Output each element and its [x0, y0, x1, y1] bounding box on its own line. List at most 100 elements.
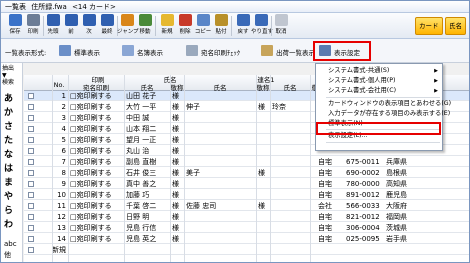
- toolbar-move-button[interactable]: 移動: [135, 14, 155, 38]
- toolbar-print-button[interactable]: 印刷: [23, 14, 43, 38]
- new-record-row[interactable]: 新規: [24, 245, 469, 255]
- toolbar-last-button[interactable]: 最終: [97, 14, 117, 38]
- kana-index-3[interactable]: さ: [4, 122, 13, 132]
- column-divider: [256, 75, 257, 262]
- cell-addr: 自宅: [318, 180, 332, 188]
- toolbar-save-button[interactable]: 保存: [5, 14, 25, 38]
- table-row[interactable]: 8 □宛印刷する 石井 俊三様美子様自宅 690-0002 島根県: [24, 168, 469, 178]
- toolbar-prev-button[interactable]: 前: [61, 14, 81, 38]
- shipping-list-button[interactable]: 出荷一覧表示: [276, 47, 315, 57]
- row-select-checkbox[interactable]: [28, 170, 34, 176]
- menu-item-5[interactable]: 入力データが存在する項目のみ表示する(E): [328, 110, 450, 118]
- kana-index-6[interactable]: は: [4, 164, 13, 174]
- cell-name3: [272, 124, 308, 134]
- toolbar-copy-button[interactable]: コピー: [193, 14, 213, 38]
- search-label[interactable]: 検索: [2, 79, 14, 86]
- toolbar-separator: [231, 16, 232, 36]
- row-select-checkbox[interactable]: [28, 181, 34, 187]
- toolbar-paste-button[interactable]: 貼付: [211, 14, 231, 38]
- table-row[interactable]: 14 □宛印刷する 児島 英之 様 自宅 025-0095 岩手県: [24, 234, 469, 244]
- cell-no: 1: [61, 92, 66, 100]
- card-view-button[interactable]: カード: [415, 17, 443, 35]
- cell-hon2: [258, 91, 270, 101]
- display-format-dropdown-menu: システム書式-共通(S) ▶ システム書式-個人用(P) ▶ システム書式-会社用(C)…: [315, 63, 451, 151]
- table-row[interactable]: 7 □宛印刷する 副島 直樹 様 自宅 675-0011 兵庫県: [24, 157, 469, 167]
- toolbar-next-button[interactable]: 次: [79, 14, 99, 38]
- toolbar-button-label: コピー: [194, 29, 212, 35]
- alpha-index[interactable]: abc: [4, 240, 17, 248]
- toolbar-jump-button[interactable]: ジャンプ: [117, 14, 139, 38]
- row-select-checkbox[interactable]: [28, 104, 34, 110]
- row-select-checkbox[interactable]: [28, 236, 34, 242]
- toolbar-new-button[interactable]: 新規: [157, 14, 177, 38]
- table-row[interactable]: 10 □宛印刷する 加藤 巧 様 自宅 891-0012 鹿児島: [24, 190, 469, 200]
- cell-pref: 兵庫県: [386, 158, 407, 166]
- kana-index-1[interactable]: あ: [4, 94, 13, 104]
- row-select-checkbox[interactable]: [28, 126, 34, 132]
- table-row[interactable]: 12 □宛印刷する 日野 明 様 自宅 821-0012 福岡県: [24, 212, 469, 222]
- name-list-icon[interactable]: [122, 45, 134, 56]
- cell-no: 11: [57, 202, 66, 210]
- address-check-icon[interactable]: [186, 45, 198, 56]
- row-select-checkbox[interactable]: [28, 203, 34, 209]
- cell-hon: 様: [172, 180, 179, 188]
- menu-item-3[interactable]: システム書式-会社用(C): [328, 87, 396, 95]
- kana-index-9[interactable]: ら: [4, 206, 13, 216]
- kana-index-7[interactable]: ま: [4, 178, 13, 188]
- cell-zip: 821-0012: [346, 213, 380, 221]
- table-row[interactable]: 11 □宛印刷する 千葉 啓二様佐藤 忠司様会社 566-0033 大阪府: [24, 201, 469, 211]
- row-select-checkbox[interactable]: [28, 137, 34, 143]
- extract-arrow-icon[interactable]: ▼: [2, 72, 14, 79]
- toolbar-cancel-button[interactable]: 取消: [271, 14, 291, 38]
- cell-name3: [272, 157, 308, 167]
- cell-zip: 566-0033: [346, 202, 380, 210]
- column-divider: [170, 75, 171, 262]
- standard-display-icon[interactable]: [59, 45, 71, 56]
- cell-print: □宛印刷する: [70, 158, 112, 166]
- cell-addr: 自宅: [318, 158, 332, 166]
- kana-index-10[interactable]: わ: [4, 220, 13, 230]
- row-select-checkbox[interactable]: [28, 115, 34, 121]
- submenu-arrow-icon: ▶: [434, 78, 438, 84]
- column-header-no[interactable]: No.: [52, 81, 66, 89]
- cell-name: 千葉 啓二: [126, 202, 157, 210]
- cell-hon: 様: [172, 114, 179, 122]
- standard-display-button[interactable]: 標準表示: [74, 47, 100, 57]
- cell-print: □宛印刷する: [70, 147, 112, 155]
- cell-zip: 025-0095: [346, 235, 380, 243]
- toolbar-delete-button[interactable]: 削除: [175, 14, 195, 38]
- row-select-checkbox[interactable]: [28, 148, 34, 154]
- row-select-checkbox[interactable]: [28, 192, 34, 198]
- row-select-checkbox[interactable]: [28, 214, 34, 220]
- toolbar-separator: [155, 16, 156, 36]
- cell-name2: [186, 234, 254, 244]
- row-select-checkbox[interactable]: [28, 93, 34, 99]
- cell-name2: 佐藤 忠司: [186, 202, 217, 210]
- address-check-button[interactable]: 宛名印刷ﾁｪｯｸ: [201, 47, 240, 57]
- cell-addr: 自宅: [318, 235, 332, 243]
- menu-item-1[interactable]: システム書式-共通(S): [328, 67, 389, 75]
- submenu-arrow-icon: ▶: [434, 88, 438, 94]
- kana-index-2[interactable]: か: [4, 108, 13, 118]
- name-list-button[interactable]: 名簿表示: [137, 47, 163, 57]
- cell-hon: 様: [172, 169, 179, 177]
- name-view-button[interactable]: 氏名: [445, 17, 466, 35]
- menu-item-4[interactable]: カードウィンドウの表示項目とあわせる(G): [328, 100, 451, 108]
- menu-item-2[interactable]: システム書式-個人用(P): [328, 77, 395, 85]
- cell-name: 山本 翔二: [126, 125, 157, 133]
- cell-name2: [186, 124, 254, 134]
- toolbar-undo-button[interactable]: 戻す: [233, 14, 253, 38]
- kana-index-5[interactable]: な: [4, 150, 13, 160]
- shipping-list-icon[interactable]: [261, 45, 273, 56]
- new-row-checkbox[interactable]: [28, 247, 34, 253]
- table-row[interactable]: 9 □宛印刷する 真中 善之 様 自宅 780-0000 高知県: [24, 179, 469, 189]
- kana-index-8[interactable]: や: [4, 192, 13, 202]
- kana-index-4[interactable]: た: [4, 136, 13, 146]
- row-select-checkbox[interactable]: [28, 225, 34, 231]
- other-index[interactable]: 他: [4, 251, 11, 259]
- row-select-checkbox[interactable]: [28, 159, 34, 165]
- cell-zip: 675-0011: [346, 158, 380, 166]
- table-row[interactable]: 13 □宛印刷する 児島 行信 様 自宅 306-0004 茨城県: [24, 223, 469, 233]
- toolbar-first-button[interactable]: 先頭: [43, 14, 63, 38]
- toolbar-redo-button[interactable]: やり直す: [251, 14, 273, 38]
